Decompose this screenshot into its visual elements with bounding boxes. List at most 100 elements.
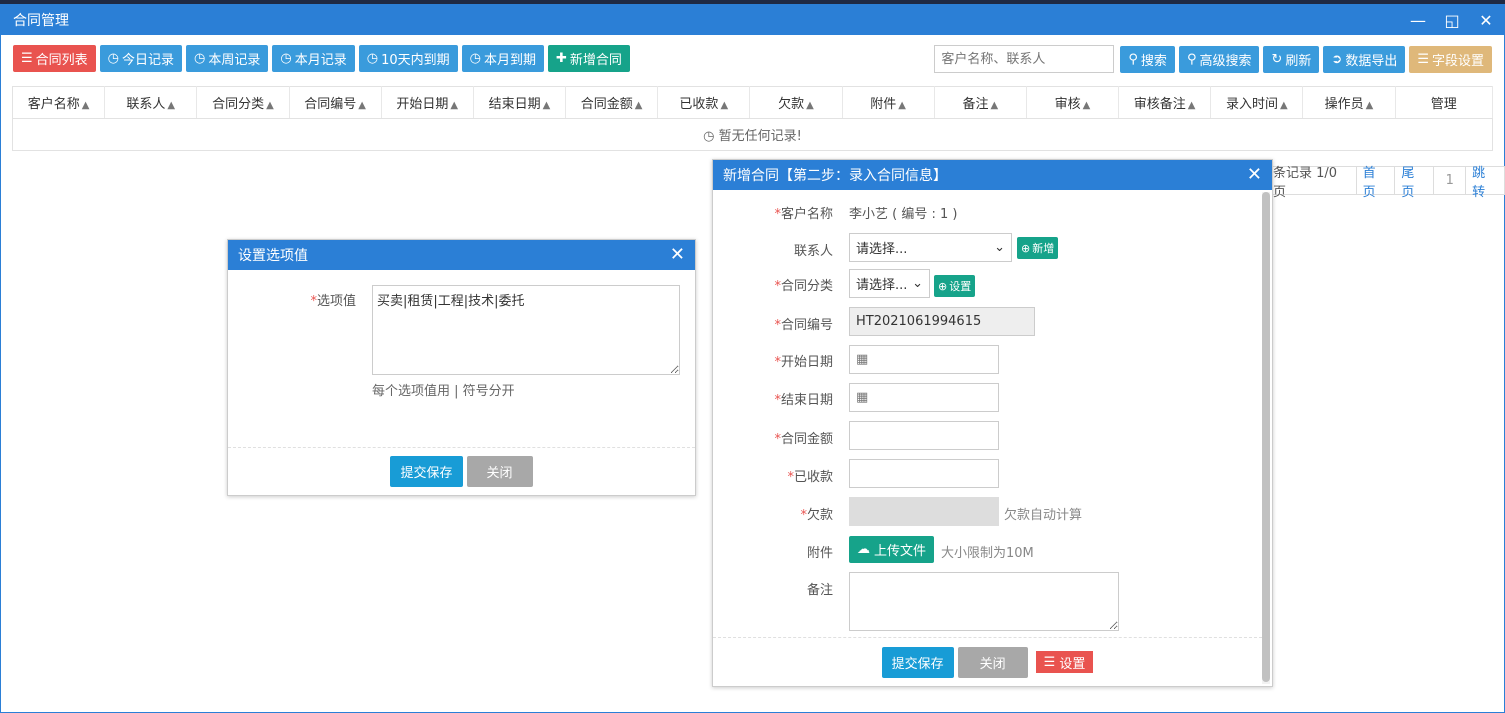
dialog-title: 新增合同【第二步：录入合同信息】 (723, 168, 947, 184)
column-header[interactable]: 联系人 ▲︎ (104, 86, 198, 119)
sort-icon: ▲︎ (990, 100, 999, 111)
sort-icon: ▲︎ (806, 100, 814, 111)
column-header[interactable]: 录入时间 ▲︎ (1210, 86, 1304, 119)
month-records-button[interactable]: ◷ 本月记录 (272, 45, 355, 72)
owed-field (849, 497, 999, 526)
contract-list-button[interactable]: ☰ 合同列表 (13, 45, 96, 72)
sort-icon: ▲︎ (450, 100, 459, 111)
sort-icon: ▲︎ (81, 100, 90, 111)
dialog-scrollbar[interactable] (1262, 192, 1270, 684)
remark-label: 备注 (806, 583, 833, 598)
new-contact-button[interactable]: ⊕ 新增 (1017, 237, 1059, 259)
dialog-title: 设置选项值 (238, 248, 308, 264)
dialog-titlebar: 新增合同【第二步：录入合同信息】 ✕ (713, 160, 1272, 190)
maximize-icon[interactable]: ◱ (1440, 8, 1464, 32)
column-header[interactable]: 欠款 ▲︎ (749, 86, 843, 119)
week-records-button[interactable]: ◷ 本周记录 (186, 45, 269, 72)
dialog-titlebar: 设置选项值 ✕ (228, 240, 695, 270)
empty-row: ◷ 暂无任何记录! (13, 119, 1493, 151)
export-button[interactable]: ➲ 数据导出 (1323, 45, 1406, 73)
customer-value: 李小艺 ( 编号 : 1 ) (849, 207, 958, 222)
end-date-label: *结束日期 (774, 393, 833, 408)
category-select[interactable]: 请选择... ⌄ (849, 269, 930, 298)
contact-select[interactable]: 请选择... ⌄ (849, 233, 1012, 262)
first-page-link[interactable]: 首页 (1357, 166, 1396, 200)
plus-icon: ✚ (556, 51, 567, 66)
close-button[interactable]: 关闭 (466, 456, 533, 487)
column-header[interactable]: 合同金额 ▲︎ (565, 86, 659, 119)
refresh-icon: ↻ (1271, 51, 1283, 67)
menu-icon: ☰ (1043, 654, 1056, 670)
column-header[interactable]: 审核备注 ▲︎ (1118, 86, 1212, 119)
table-header-row: 客户名称 ▲︎ 联系人 ▲︎ 合同分类 ▲︎ 合同编号 ▲︎ 开始日期 ▲︎ 结束日期 ▲︎… (12, 86, 1494, 119)
column-header[interactable]: 客户名称 ▲︎ (12, 86, 106, 119)
new-contract-dialog: 新增合同【第二步：录入合同信息】 ✕ *客户名称 李小艺 ( 编号 : 1 ) … (712, 159, 1273, 687)
clock-icon: ◷ (194, 51, 206, 66)
column-header[interactable]: 审核 ▲︎ (1026, 86, 1120, 119)
close-icon[interactable]: ✕ (670, 244, 685, 266)
pager: 条记录 1/0页 首页 尾页 1 跳转 (1266, 166, 1505, 200)
cloud-upload-icon: ☁ (857, 542, 870, 557)
due-this-month-button[interactable]: ◷ 本月到期 (461, 45, 544, 72)
customer-label: *客户名称 (774, 207, 833, 222)
clock-icon: ◷ (107, 51, 120, 66)
start-date-label: *开始日期 (774, 355, 833, 370)
sort-icon: ▲︎ (1279, 100, 1288, 111)
column-header[interactable]: 合同编号 ▲︎ (289, 86, 382, 119)
sort-icon: ▲︎ (358, 100, 366, 111)
category-setting-button[interactable]: ⊕ 设置 (934, 275, 976, 297)
clock-icon: ◷ (469, 51, 481, 66)
close-icon[interactable]: ✕ (1247, 164, 1262, 186)
add-contract-button[interactable]: ✚ 新增合同 (548, 45, 630, 72)
refresh-button[interactable]: ↻ 刷新 (1263, 45, 1320, 73)
today-records-button[interactable]: ◷ 今日记录 (99, 45, 183, 72)
advanced-search-button[interactable]: ⚲ 高级搜索 (1178, 45, 1260, 73)
search-icon: ⚲ (1128, 51, 1138, 67)
calendar-icon: ▦ (856, 352, 869, 367)
field-settings-button[interactable]: ☰ 字段设置 (1409, 45, 1492, 73)
close-icon[interactable]: ✕ (1474, 8, 1498, 32)
window-titlebar: 合同管理 — ◱ ✕ (1, 5, 1504, 35)
zoom-icon: ⚲ (1186, 51, 1197, 67)
column-header[interactable]: 备注 ▲︎ (934, 86, 1027, 119)
search-input[interactable] (934, 45, 1115, 73)
remark-textarea[interactable] (849, 572, 1119, 631)
jump-page-link[interactable]: 跳转 (1466, 166, 1504, 200)
amount-field[interactable] (849, 421, 999, 450)
scrollbar-thumb[interactable] (1262, 192, 1270, 682)
page-number-input[interactable]: 1 (1434, 167, 1467, 194)
search-button[interactable]: ⚲ 搜索 (1120, 45, 1175, 73)
minimize-icon[interactable]: — (1406, 8, 1430, 32)
chevron-down-icon: ⌄ (994, 240, 1005, 255)
upload-hint: 大小限制为10M (941, 546, 1034, 561)
submit-save-button[interactable]: 提交保存 (881, 646, 954, 678)
sort-icon: ▲︎ (1187, 100, 1196, 111)
column-header[interactable]: 已收款 ▲︎ (657, 86, 751, 119)
column-header[interactable]: 合同分类 ▲︎ (196, 86, 290, 119)
dialog-footer: 提交保存 关闭 (228, 447, 695, 495)
submit-save-button[interactable]: 提交保存 (390, 456, 463, 487)
chevron-down-icon: ⌄ (912, 276, 923, 291)
settings-button[interactable]: ☰ 设置 (1035, 651, 1094, 673)
contract-number-field[interactable]: HT2021061994615 (849, 307, 1035, 336)
window-title: 合同管理 (13, 13, 69, 29)
contract-table: 客户名称 ▲︎ 联系人 ▲︎ 合同分类 ▲︎ 合同编号 ▲︎ 开始日期 ▲︎ 结束日期 ▲︎… (12, 86, 1494, 151)
start-date-field[interactable]: ▦ (849, 345, 999, 374)
option-value-textarea[interactable] (372, 285, 680, 375)
received-field[interactable] (849, 459, 999, 488)
close-button[interactable]: 关闭 (957, 646, 1028, 678)
end-date-field[interactable]: ▦ (849, 383, 999, 412)
column-header[interactable]: 附件 ▲︎ (842, 86, 935, 119)
toolbar: ☰ 合同列表 ◷ 今日记录 ◷ 本周记录 ◷ 本月记录 ◷ 10天内到期 ◷ 本月到期 ✚ 新… (13, 45, 1492, 73)
column-header: 管理 (1395, 86, 1494, 119)
calendar-icon: ▦ (856, 390, 869, 405)
column-header[interactable]: 开始日期 ▲︎ (381, 86, 474, 119)
last-page-link[interactable]: 尾页 (1395, 166, 1435, 200)
sort-icon: ▲︎ (898, 100, 906, 111)
owed-label: *欠款 (800, 508, 833, 523)
column-header[interactable]: 结束日期 ▲︎ (473, 86, 567, 119)
due-10-days-button[interactable]: ◷ 10天内到期 (358, 45, 458, 72)
owed-hint: 欠款自动计算 (1004, 508, 1083, 523)
column-header[interactable]: 操作员 ▲︎ (1302, 86, 1396, 119)
upload-file-button[interactable]: ☁ 上传文件 (849, 536, 935, 563)
